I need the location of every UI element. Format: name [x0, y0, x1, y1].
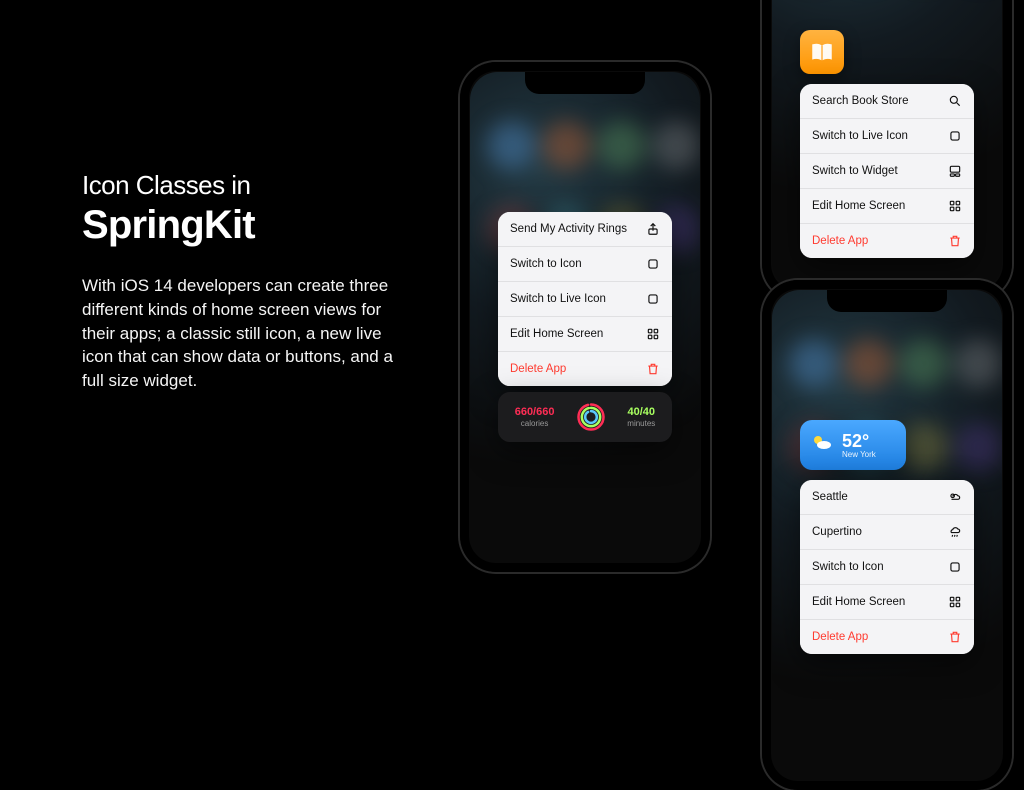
menu-item-delete-app[interactable]: Delete App [800, 620, 974, 654]
menu-item-switch-live-icon[interactable]: Switch to Live Icon [498, 282, 672, 317]
menu-label: Send My Activity Rings [510, 223, 627, 235]
apps-icon [948, 199, 962, 213]
phone-notch [525, 72, 645, 94]
calories-value: 660/660 [515, 406, 555, 418]
page-title: SpringKit [82, 203, 402, 248]
minutes-label: minutes [627, 419, 655, 428]
phone-top-right: Search Book Store Switch to Live Icon Sw… [762, 0, 1012, 300]
menu-item-switch-live-icon[interactable]: Switch to Live Icon [800, 119, 974, 154]
phone-bottom-right: 52° New York Seattle Cupertino Switch to… [762, 280, 1012, 790]
weather-widget[interactable]: 52° New York [800, 420, 906, 470]
menu-item-switch-icon[interactable]: Switch to Icon [498, 247, 672, 282]
partly-cloudy-icon [948, 490, 962, 504]
menu-label: Delete App [812, 235, 868, 247]
activity-rings-icon [576, 402, 606, 432]
menu-item-delete-app[interactable]: Delete App [498, 352, 672, 386]
square-icon [948, 129, 962, 143]
books-app-icon[interactable] [800, 30, 844, 74]
context-menu-books: Search Book Store Switch to Live Icon Sw… [800, 84, 974, 258]
weather-text: 52° New York [842, 432, 876, 459]
phone-center: Send My Activity Rings Switch to Icon Sw… [460, 62, 710, 572]
context-menu-activity: Send My Activity Rings Switch to Icon Sw… [498, 212, 672, 386]
phone-screen: Send My Activity Rings Switch to Icon Sw… [470, 72, 700, 562]
menu-item-switch-icon[interactable]: Switch to Icon [800, 550, 974, 585]
square-icon [948, 560, 962, 574]
text-block: Icon Classes in SpringKit With iOS 14 de… [82, 170, 402, 393]
menu-label: Edit Home Screen [812, 596, 905, 608]
share-icon [646, 222, 660, 236]
calories-label: calories [515, 419, 555, 428]
pre-title: Icon Classes in [82, 170, 402, 201]
menu-item-edit-home[interactable]: Edit Home Screen [800, 585, 974, 620]
menu-label: Switch to Widget [812, 165, 898, 177]
menu-label: Search Book Store [812, 95, 909, 107]
weather-location: New York [842, 450, 876, 459]
search-icon [948, 94, 962, 108]
menu-label: Switch to Live Icon [812, 130, 908, 142]
menu-label: Switch to Live Icon [510, 293, 606, 305]
trash-icon [646, 362, 660, 376]
apps-icon [646, 327, 660, 341]
trash-icon [948, 234, 962, 248]
context-menu-weather: Seattle Cupertino Switch to Icon Edit Ho… [800, 480, 974, 654]
menu-label: Cupertino [812, 526, 862, 538]
menu-label: Switch to Icon [510, 258, 582, 270]
phone-screen: Search Book Store Switch to Live Icon Sw… [772, 0, 1002, 290]
menu-item-delete-app[interactable]: Delete App [800, 224, 974, 258]
menu-item-send-activity[interactable]: Send My Activity Rings [498, 212, 672, 247]
menu-label: Delete App [510, 363, 566, 375]
trash-icon [948, 630, 962, 644]
menu-label: Delete App [812, 631, 868, 643]
menu-item-edit-home[interactable]: Edit Home Screen [800, 189, 974, 224]
phone-notch [827, 290, 947, 312]
menu-label: Edit Home Screen [510, 328, 603, 340]
apps-icon [948, 595, 962, 609]
menu-item-seattle[interactable]: Seattle [800, 480, 974, 515]
menu-item-search-bookstore[interactable]: Search Book Store [800, 84, 974, 119]
square-icon [646, 257, 660, 271]
activity-calories: 660/660 calories [515, 406, 555, 427]
menu-item-switch-widget[interactable]: Switch to Widget [800, 154, 974, 189]
activity-widget[interactable]: 660/660 calories 40/40 minutes [498, 392, 672, 442]
menu-label: Seattle [812, 491, 848, 503]
square-icon [646, 292, 660, 306]
activity-minutes: 40/40 minutes [627, 406, 655, 427]
menu-label: Switch to Icon [812, 561, 884, 573]
menu-item-cupertino[interactable]: Cupertino [800, 515, 974, 550]
menu-label: Edit Home Screen [812, 200, 905, 212]
partly-sunny-icon [810, 431, 834, 460]
widget-icon [948, 164, 962, 178]
weather-temperature: 52° [842, 432, 876, 450]
menu-item-edit-home[interactable]: Edit Home Screen [498, 317, 672, 352]
body-text: With iOS 14 developers can create three … [82, 274, 402, 393]
rain-icon [948, 525, 962, 539]
phone-screen: 52° New York Seattle Cupertino Switch to… [772, 290, 1002, 780]
minutes-value: 40/40 [627, 406, 655, 418]
